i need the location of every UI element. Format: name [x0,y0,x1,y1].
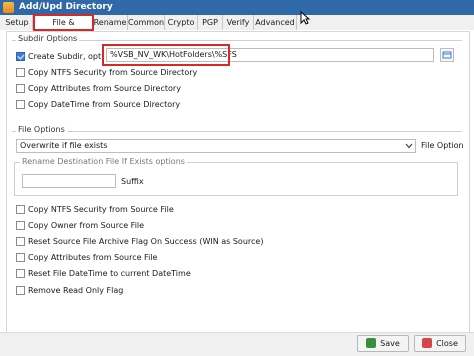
copy-attr-file-label: Copy Attributes from Source File [28,253,158,262]
browse-icon [442,51,452,59]
reset-datetime-checkbox[interactable] [16,269,25,278]
copy-ntfs-file-checkbox[interactable] [16,205,25,214]
close-icon [422,338,433,348]
tab-rename[interactable]: Rename [93,15,128,30]
chevron-down-icon [405,143,413,149]
mouse-cursor-icon [300,11,310,25]
suffix-label: Suffix [121,177,144,186]
reset-archive-flag-checkbox[interactable] [16,237,25,246]
create-subdir-label: Create Subdir, opt. [28,52,104,61]
tab-advanced[interactable]: Advanced [254,15,297,30]
suffix-input[interactable] [22,174,116,188]
copy-attr-file-checkbox[interactable] [16,253,25,262]
copy-attr-dir-checkbox[interactable] [16,84,25,93]
copy-ntfs-dir-label: Copy NTFS Security from Source Directory [28,68,198,77]
tab-pgp[interactable]: PGP [198,15,223,30]
reset-archive-flag-label: Reset Source File Archive Flag On Succes… [28,237,264,246]
copy-attr-dir-label: Copy Attributes from Source Directory [28,84,181,93]
highlight-box-subdir [102,44,230,66]
copy-owner-checkbox[interactable] [16,221,25,230]
tab-setup[interactable]: Setup [2,15,33,30]
file-options-label: File Options [16,125,67,135]
file-options-group [12,131,462,132]
reset-datetime-label: Reset File DateTime to current DateTime [28,269,191,278]
browse-button[interactable] [440,48,454,62]
subdir-options-group [12,40,462,41]
copy-ntfs-file-label: Copy NTFS Security from Source File [28,205,174,214]
tab-verify[interactable]: Verify [223,15,254,30]
copy-ntfs-dir-checkbox[interactable] [16,68,25,77]
copy-datetime-dir-label: Copy DateTime from Source Directory [28,100,181,109]
tab-common[interactable]: Common [128,15,165,30]
copy-datetime-dir-checkbox[interactable] [16,100,25,109]
close-button-label: Close [436,339,458,348]
tab-file-directory[interactable]: File & Directory [33,14,94,40]
app-icon [3,2,14,13]
file-option-label: File Option [421,141,464,150]
save-icon [366,338,377,348]
copy-owner-label: Copy Owner from Source File [28,221,145,230]
tab-strip: Setup File & Directory Rename Common Cry… [0,14,474,40]
rename-options-label: Rename Destination File If Exists option… [20,157,187,167]
tab-crypto[interactable]: Crypto [165,15,198,30]
overwrite-select[interactable]: Overwrite if file exists [16,139,416,153]
remove-readonly-checkbox[interactable] [16,286,25,295]
window-title: Add/Upd Directory [19,2,113,12]
close-button[interactable]: Close [414,335,466,352]
remove-readonly-label: Remove Read Only Flag [28,286,124,295]
create-subdir-checkbox[interactable] [16,52,25,61]
save-button[interactable]: Save [357,335,409,352]
overwrite-select-value: Overwrite if file exists [20,141,108,150]
save-button-label: Save [380,339,400,348]
subdir-options-label: Subdir Options [16,34,80,44]
